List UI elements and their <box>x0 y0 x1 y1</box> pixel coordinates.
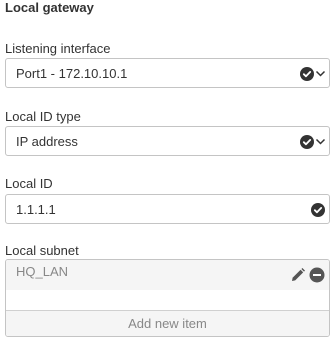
local-id-type-value: IP address <box>16 134 78 149</box>
listening-interface-value: Port1 - 172.10.10.1 <box>16 66 128 81</box>
subnet-item-label: HQ_LAN <box>16 264 69 279</box>
list-item[interactable]: HQ_LAN <box>6 260 329 290</box>
listening-interface-select[interactable]: Port1 - 172.10.10.1 <box>5 58 330 88</box>
check-circle-icon <box>300 135 314 149</box>
local-id-label: Local ID <box>5 176 53 191</box>
local-subnet-label: Local subnet <box>5 243 79 258</box>
check-circle-icon <box>311 203 325 217</box>
local-id-type-select[interactable]: IP address <box>5 126 330 156</box>
listening-interface-label: Listening interface <box>5 41 111 56</box>
add-new-item-button[interactable]: Add new item <box>6 310 329 336</box>
local-id-type-label: Local ID type <box>5 109 81 124</box>
chevron-down-icon <box>315 138 326 145</box>
minus-circle-icon[interactable] <box>309 267 325 283</box>
local-id-input[interactable]: 1.1.1.1 <box>5 194 330 224</box>
pencil-icon[interactable] <box>290 267 306 283</box>
local-id-value: 1.1.1.1 <box>16 202 56 217</box>
check-circle-icon <box>300 67 314 81</box>
local-subnet-list: HQ_LAN Add new item <box>5 259 330 337</box>
section-title: Local gateway <box>5 0 94 15</box>
chevron-down-icon <box>315 70 326 77</box>
